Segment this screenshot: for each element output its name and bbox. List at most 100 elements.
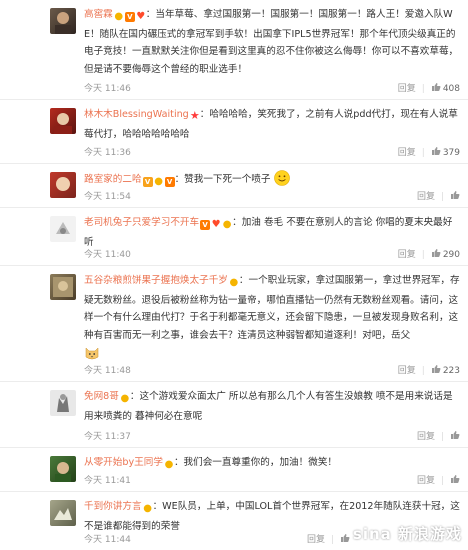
comment-actions: 回复 |	[417, 473, 460, 486]
thumbs-up-icon	[451, 475, 460, 483]
avatar[interactable]	[50, 456, 76, 482]
verified-icon: V	[142, 177, 153, 187]
reply-button[interactable]: 回复	[398, 81, 416, 94]
like-count: 379	[442, 148, 460, 158]
comment-actions: 回复 | 408	[398, 81, 460, 94]
bulb-icon: ●	[120, 393, 130, 404]
like-count: 408	[442, 84, 460, 94]
comment-body: 老司机兔子只爱学习不开车 V ♥ ●：加油 卷毛 不要在意别人的言论 你唱的夏末央最好…	[84, 214, 460, 251]
reply-button[interactable]: 回复	[398, 145, 416, 158]
thumbs-up-icon	[431, 249, 441, 257]
bulb-icon: ●	[114, 11, 124, 22]
thumbs-up-icon	[431, 83, 441, 91]
comment-time: 今天 11:40	[84, 250, 131, 260]
sina-games-watermark: sina 新浪游戏	[352, 525, 462, 543]
reply-button[interactable]: 回复	[307, 532, 325, 545]
comment-actions: 回复 |	[417, 189, 460, 202]
divider: |	[440, 476, 444, 486]
divider: |	[440, 192, 444, 202]
comment-actions: 回复 |	[417, 429, 460, 442]
bulb-icon: ●	[229, 277, 239, 288]
reply-button[interactable]: 回复	[398, 363, 416, 376]
comment-item: 五谷杂粮煎饼果子握抱焕太子千岁 ●：一个职业玩家，拿过国服第一，拿过世界冠军，存疑…	[0, 266, 468, 382]
comment-actions: 回复 | 379	[398, 145, 460, 158]
user-badges: ★	[189, 108, 200, 126]
comment-time: 今天 11:37	[84, 432, 131, 442]
divider: |	[440, 432, 444, 442]
comment-body: 林木木BlessingWaiting★：哈哈哈哈，笑死我了，之前有人说pdd代打…	[84, 106, 460, 143]
reply-button[interactable]: 回复	[417, 429, 435, 442]
smile-emoji-icon	[273, 170, 290, 186]
star-icon: ★	[189, 109, 200, 122]
user-badges: ●	[163, 456, 174, 474]
username-link[interactable]: 高窖霖	[84, 9, 113, 20]
reply-button[interactable]: 回复	[417, 189, 435, 202]
username-link[interactable]: 从零开始by王同学	[84, 457, 163, 468]
thumbs-up-icon	[451, 431, 460, 439]
comment-time: 今天 11:48	[84, 366, 131, 376]
heart-icon: ♥	[136, 11, 146, 22]
username-link[interactable]: 林木木BlessingWaiting	[84, 109, 189, 120]
vip-icon: V	[200, 220, 211, 230]
username-link[interactable]: 五谷杂粮煎饼果子握抱焕太子千岁	[84, 275, 228, 286]
bulb-icon: ●	[222, 219, 232, 230]
divider: |	[421, 250, 425, 260]
username-link[interactable]: 免网8哥	[84, 391, 119, 402]
comment-actions: 回复 | 223	[398, 363, 460, 376]
comment-time: 今天 11:36	[84, 148, 131, 158]
avatar[interactable]	[50, 8, 76, 34]
comment-item: 从零开始by王同学 ●：我们会一直尊重你的，加油！微笑！ 今天 11:41 回复 |	[0, 448, 468, 492]
divider: |	[421, 84, 425, 94]
comment-body: 路室家的二哈 V ● V ：赞我一下死一个喷子	[84, 170, 460, 191]
user-badges: ●	[228, 274, 239, 292]
reply-button[interactable]: 回复	[417, 473, 435, 486]
like-button[interactable]: 290	[431, 248, 460, 260]
comment-body: 高窖霖 ● V ♥：当年草莓、拿过国服第一！国服第一！国服第一！路人王！爱邀入队WE！…	[84, 6, 460, 78]
vip-icon: V	[164, 177, 175, 187]
comment-text: ：我们会一直尊重你的，加油！微笑！	[173, 457, 338, 468]
comment-body: 免网8哥 ●：这个游戏爱众面太广 所以总有那么几个人有答生没娘教 喷不是用来说话是…	[84, 388, 460, 425]
like-button[interactable]	[340, 533, 350, 545]
user-badges: ●	[142, 500, 153, 518]
thumbs-up-icon	[431, 147, 441, 155]
like-button[interactable]: 223	[431, 364, 460, 376]
comment-item: 老司机兔子只爱学习不开车 V ♥ ●：加油 卷毛 不要在意别人的言论 你唱的夏末央最好…	[0, 208, 468, 266]
like-button[interactable]	[450, 430, 460, 442]
thumbs-up-icon	[451, 191, 460, 199]
reply-button[interactable]: 回复	[398, 247, 416, 260]
comment-time: 今天 11:41	[84, 476, 131, 486]
comment-item: 高窖霖 ● V ♥：当年草莓、拿过国服第一！国服第一！国服第一！路人王！爱邀入队WE！…	[0, 0, 468, 100]
emoji-row	[84, 345, 460, 364]
avatar[interactable]	[50, 172, 76, 198]
comment-body: 五谷杂粮煎饼果子握抱焕太子千岁 ●：一个职业玩家，拿过国服第一，拿过世界冠军，存疑…	[84, 272, 460, 364]
bulb-icon: ●	[143, 503, 152, 514]
avatar[interactable]	[50, 274, 76, 300]
username-link[interactable]: 千到你讲方言	[84, 501, 142, 512]
like-button[interactable]	[450, 474, 460, 486]
comment-text: ：这个游戏爱众面太广 所以总有那么几个人有答生没娘教 喷不是用来说话是用来喷粪的…	[84, 391, 453, 422]
thumbs-up-icon	[431, 365, 441, 373]
thumbs-up-icon	[341, 534, 350, 542]
comment-item: 免网8哥 ●：这个游戏爱众面太广 所以总有那么几个人有答生没娘教 喷不是用来说话是…	[0, 382, 468, 448]
comment-actions: 回复 |	[307, 532, 350, 545]
bulb-icon: ●	[154, 176, 163, 187]
comment-text: ：赞我一下死一个喷子	[174, 174, 271, 185]
avatar[interactable]	[50, 390, 76, 416]
like-count: 290	[442, 250, 460, 260]
user-badges: ●	[119, 390, 130, 408]
bulb-icon: ●	[164, 459, 174, 470]
like-button[interactable]	[450, 190, 460, 202]
comment-time: 今天 11:46	[84, 84, 131, 94]
avatar[interactable]	[50, 216, 76, 242]
like-button[interactable]: 379	[431, 146, 460, 158]
username-link[interactable]: 路室家的二哈	[84, 174, 142, 185]
comment-actions: 回复 | 290	[398, 247, 460, 260]
comment-item: 林木木BlessingWaiting★：哈哈哈哈，笑死我了，之前有人说pdd代打…	[0, 100, 468, 164]
like-button[interactable]: 408	[431, 82, 460, 94]
comment-body: 从零开始by王同学 ●：我们会一直尊重你的，加油！微笑！	[84, 454, 460, 474]
avatar[interactable]	[50, 108, 76, 134]
avatar[interactable]	[50, 500, 76, 526]
divider: |	[330, 535, 334, 545]
username-link[interactable]: 老司机兔子只爱学习不开车	[84, 217, 199, 228]
divider: |	[421, 366, 425, 376]
